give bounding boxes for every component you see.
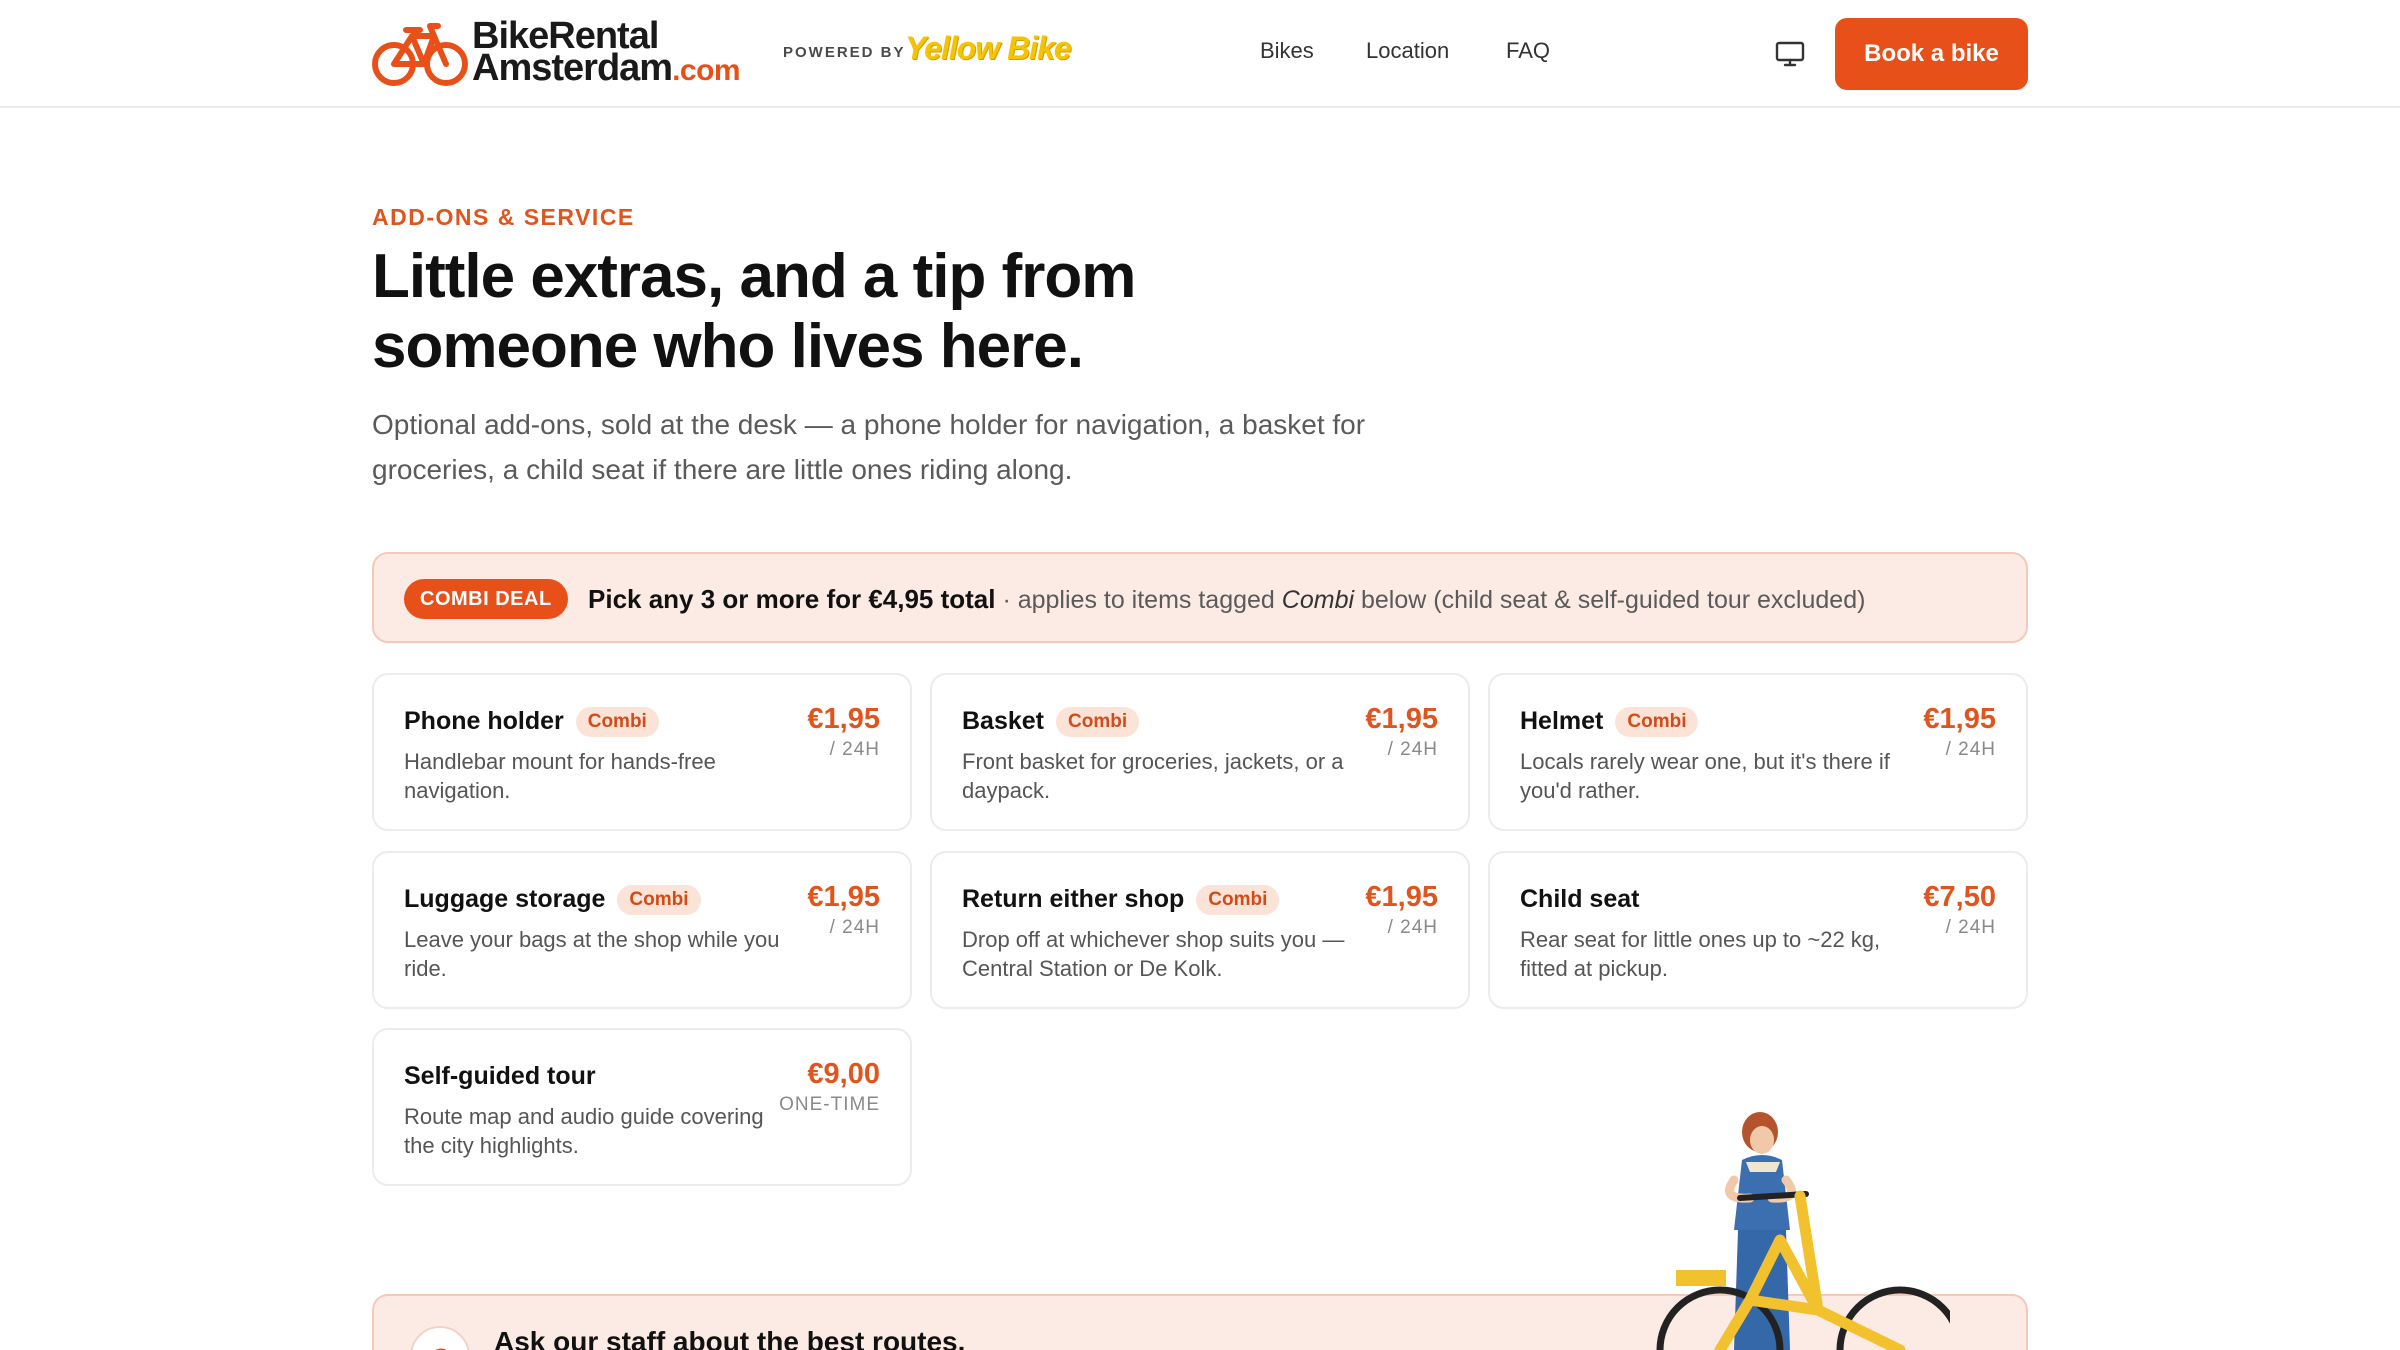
addon-price: €1,95	[1923, 703, 1996, 735]
combi-deal-badge: COMBI DEAL	[404, 579, 568, 619]
addon-price: €1,95	[1365, 881, 1438, 913]
nav-faq[interactable]: FAQ	[1506, 38, 1550, 64]
section-eyebrow: ADD-ONS & SERVICE	[372, 204, 635, 230]
site-header: BikeRental Amsterdam.com POWERED BY Yell…	[0, 0, 2400, 108]
addon-title: Return either shop Combi	[962, 885, 1280, 915]
intro-text: Optional add-ons, sold at the desk — a p…	[372, 409, 1366, 485]
combi-tag: Combi	[1056, 707, 1140, 737]
addon-price-unit: / 24H	[1387, 739, 1438, 760]
addon-card-basket[interactable]: Basket Combi Front basket for groceries, …	[930, 673, 1470, 831]
addon-description: Rear seat for little ones up to ~22 kg, …	[1520, 927, 1881, 981]
addon-card-return-either-shop[interactable]: Return either shop Combi Drop off at whic…	[930, 851, 1470, 1009]
addon-card-self-guided-tour[interactable]: Self-guided tour Route map and audio gui…	[372, 1028, 912, 1186]
addon-description: Leave your bags at the shop while you ri…	[404, 927, 780, 981]
partner-logo[interactable]: Yellow Bike	[905, 30, 1072, 67]
addon-title: Child seat	[1520, 885, 1639, 914]
nav-bikes[interactable]: Bikes	[1260, 38, 1314, 64]
addon-description: Locals rarely wear one, but it's there i…	[1520, 749, 1890, 803]
addon-card-helmet[interactable]: Helmet Combi Locals rarely wear one, but …	[1488, 673, 2028, 831]
combi-deal-note-post: below (child seat & self-guided tour exc…	[1354, 586, 1866, 614]
staff-tip-text: Ask our staff about the best routes.	[494, 1326, 966, 1350]
addon-title-text: Self-guided tour	[404, 1062, 596, 1090]
addon-price-unit: / 24H	[1945, 739, 1996, 760]
addon-price: €1,95	[1365, 703, 1438, 735]
addon-price-unit: / 24H	[829, 917, 880, 938]
addon-card-luggage-storage[interactable]: Luggage storage Combi Leave your bags at …	[372, 851, 912, 1009]
nav-location[interactable]: Location	[1366, 38, 1449, 64]
addon-price-unit: ONE-TIME	[779, 1094, 880, 1115]
addon-price: €7,50	[1923, 881, 1996, 913]
addon-card-child-seat[interactable]: Child seat Rear seat for little ones up …	[1488, 851, 2028, 1009]
combi-tag: Combi	[1196, 885, 1280, 915]
addon-title-text: Child seat	[1520, 885, 1640, 913]
logo-city: Amsterdam	[472, 47, 673, 89]
addon-price: €9,00	[807, 1058, 880, 1090]
bicycle-logo-icon	[372, 23, 468, 86]
combi-tag: Combi	[575, 707, 659, 737]
powered-by-label: POWERED BY	[783, 44, 906, 61]
combi-deal-note-tag: Combi	[1281, 586, 1355, 614]
site-logo[interactable]: BikeRental Amsterdam.com	[372, 17, 762, 90]
monitor-icon[interactable]	[1775, 41, 1805, 67]
addon-title-text: Return either shop	[962, 885, 1185, 913]
book-a-bike-button[interactable]: Book a bike	[1835, 18, 2028, 90]
combi-deal-note-pre: · applies to items tagged	[995, 586, 1282, 614]
location-pin-icon	[410, 1326, 470, 1350]
logo-tld: .com	[672, 54, 741, 87]
addon-title: Helmet Combi	[1520, 707, 1699, 737]
combi-deal-banner: COMBI DEAL Pick any 3 or more for €4,95 …	[372, 552, 2028, 643]
addon-title: Luggage storage Combi	[404, 885, 701, 915]
addon-price-unit: / 24H	[829, 739, 880, 760]
addon-price-unit: / 24H	[1387, 917, 1438, 938]
addon-title-text: Phone holder	[404, 707, 564, 735]
combi-deal-offer: Pick any 3 or more for €4,95 total	[588, 584, 996, 614]
addon-title: Phone holder Combi	[404, 707, 659, 737]
woman-with-bike-image	[1630, 1110, 1964, 1350]
addon-card-phone-holder[interactable]: Phone holder Combi Handlebar mount for ha…	[372, 673, 912, 831]
addon-title: Self-guided tour	[404, 1062, 596, 1091]
combi-deal-text: Pick any 3 or more for €4,95 total · app…	[588, 584, 1865, 615]
addon-description: Front basket for groceries, jackets, or …	[962, 749, 1344, 803]
combi-tag: Combi	[1615, 707, 1699, 737]
addon-title: Basket Combi	[962, 707, 1140, 737]
combi-tag: Combi	[617, 885, 701, 915]
addon-title-text: Helmet	[1520, 707, 1604, 735]
logo-line-2: Amsterdam.com	[472, 49, 741, 87]
addon-title-text: Luggage storage	[404, 885, 606, 913]
addon-description: Drop off at whichever shop suits you — C…	[962, 927, 1345, 981]
addon-title-text: Basket	[962, 707, 1044, 735]
page-title: Little extras, and a tip from someone wh…	[372, 242, 1136, 381]
addon-description: Route map and audio guide covering the c…	[404, 1104, 764, 1158]
addon-price: €1,95	[807, 881, 880, 913]
addon-price-unit: / 24H	[1945, 917, 1996, 938]
addon-description: Handlebar mount for hands-free navigatio…	[404, 749, 716, 803]
addon-price: €1,95	[807, 703, 880, 735]
logo-wordmark: BikeRental Amsterdam.com	[472, 17, 741, 87]
